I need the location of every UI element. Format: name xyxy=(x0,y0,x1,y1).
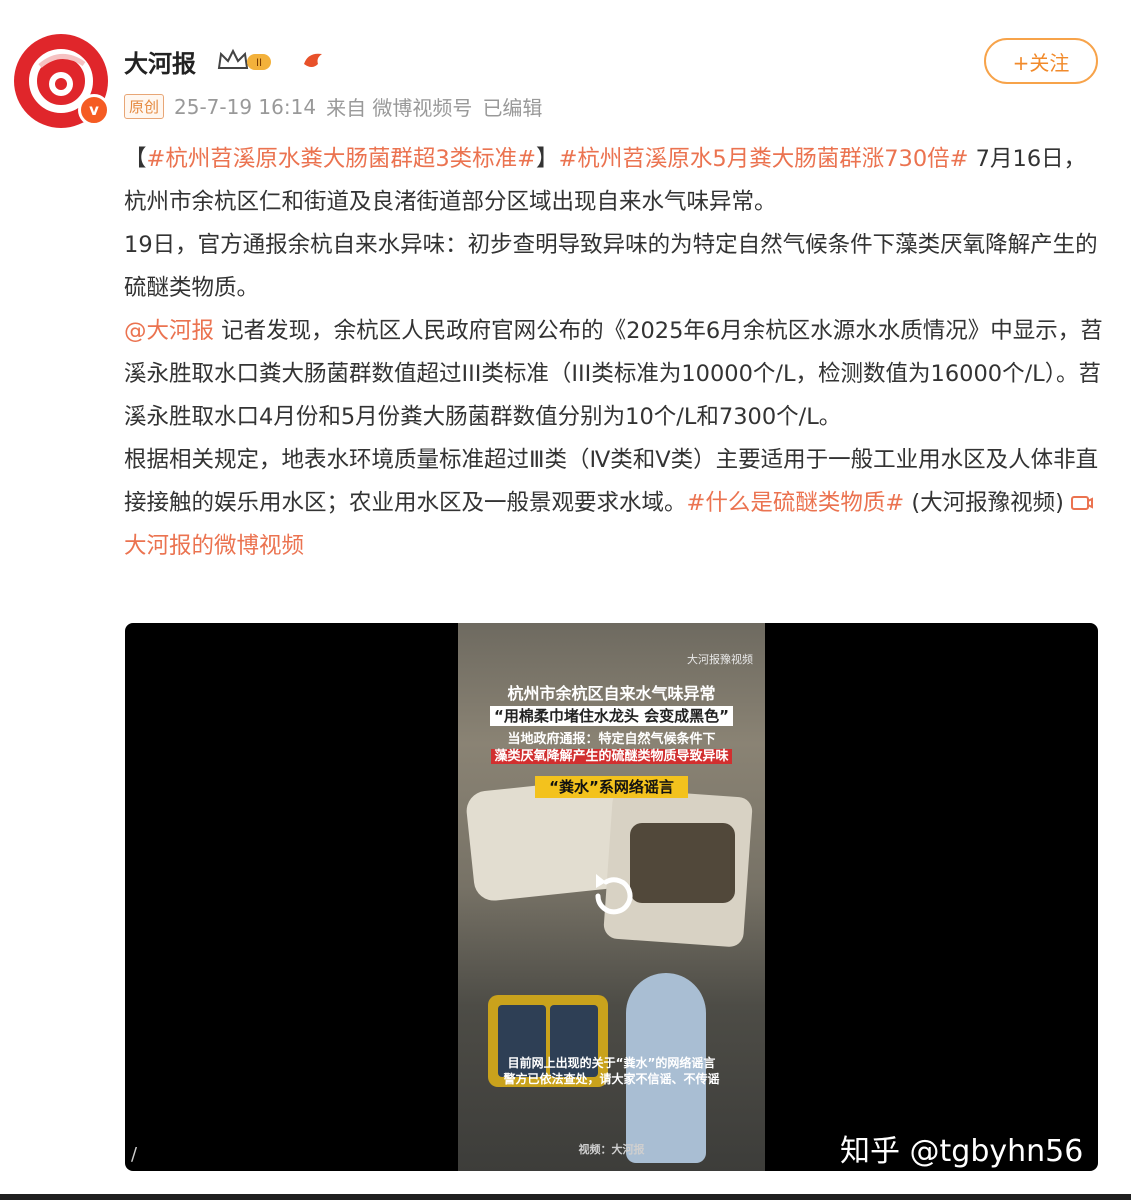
video-caption-rumor: “粪水”系网络谣言 xyxy=(458,776,765,798)
original-tag: 原创 xyxy=(124,94,165,119)
hashtag-link[interactable]: #杭州苕溪原水5月粪大肠菌群涨730倍# xyxy=(559,146,969,172)
paragraph-3: @大河报 记者发现，余杭区人民政府官网公布的《2025年6月余杭区水源水水质情况… xyxy=(124,318,1103,430)
hashtag-link[interactable]: #什么是硫醚类物质# xyxy=(687,490,905,516)
avatar[interactable]: v xyxy=(14,34,110,128)
edited-label: 已编辑 xyxy=(482,96,543,120)
follow-button[interactable]: +关注 xyxy=(984,38,1098,84)
crown-level-icon: II xyxy=(217,48,271,70)
video-caption-quote: “用棉柔巾堵住水龙头 会变成黑色” xyxy=(458,705,765,726)
video-caption-gov: 当地政府通报：特定自然气候条件下 藻类厌氧降解产生的硫醚类物质导致异味 xyxy=(458,731,765,765)
svg-text:II: II xyxy=(256,57,262,69)
author-name[interactable]: 大河报 xyxy=(124,44,196,79)
fox-badge-icon xyxy=(304,53,322,67)
video-link-icon xyxy=(1071,496,1094,510)
video-caption-footer: 视频：大河报 xyxy=(578,1143,645,1156)
replay-icon[interactable] xyxy=(584,866,644,926)
video-player[interactable]: 大河报豫视频 杭州市余杭区自来水气味异常 “用棉柔巾堵住水龙头 会变成黑色” 当… xyxy=(125,623,1098,1171)
mention-link[interactable]: @大河报 xyxy=(124,318,214,344)
verified-badge-icon: v xyxy=(78,94,110,126)
hashtag-link[interactable]: #杭州苕溪原水粪大肠菌群超3类标准# xyxy=(147,146,537,172)
progress-mark: / xyxy=(131,1144,138,1165)
video-caption-bottom: 目前网上出现的关于“粪水”的网络谣言 警方已依法查处，请大家不信谣、不传谣 xyxy=(503,1056,720,1086)
timestamp[interactable]: 25-7-19 16:14 xyxy=(174,95,316,119)
paragraph-1: 【#杭州苕溪原水粪大肠菌群超3类标准#】#杭州苕溪原水5月粪大肠菌群涨730倍#… xyxy=(124,146,1087,215)
zhihu-watermark: 知乎 @tgbyhn56 xyxy=(840,1134,1084,1169)
bottom-divider xyxy=(0,1194,1131,1200)
paragraph-4: 根据相关规定，地表水环境质量标准超过Ⅲ类（Ⅳ类和Ⅴ类）主要适用于一般工业用水区及… xyxy=(124,447,1099,559)
video-caption-title: 杭州市余杭区自来水气味异常 xyxy=(507,684,716,703)
post-content: 【#杭州苕溪原水粪大肠菌群超3类标准#】#杭州苕溪原水5月粪大肠菌群涨730倍#… xyxy=(124,138,1104,568)
paragraph-2: 19日，官方通报余杭自来水异味：初步查明导致异味的为特定自然气候条件下藻类厌氧降… xyxy=(124,232,1098,301)
source[interactable]: 来自 微博视频号 xyxy=(326,92,472,121)
post-meta: 原创 25-7-19 16:14 来自 微博视频号 已编辑 xyxy=(124,92,542,121)
frame-logo: 大河报豫视频 xyxy=(687,653,753,666)
